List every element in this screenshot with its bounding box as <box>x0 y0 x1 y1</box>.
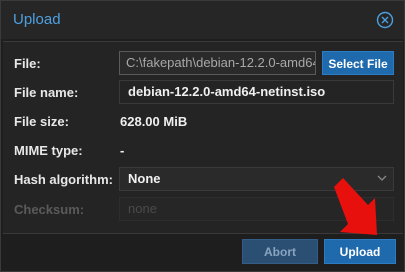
close-icon[interactable] <box>376 11 394 29</box>
file-path-field[interactable]: C:\fakepath\debian-12.2.0-amd64-netinst.… <box>119 51 316 75</box>
abort-button[interactable]: Abort <box>242 239 318 264</box>
hash-algorithm-value: None <box>128 171 161 186</box>
file-size-value: 628.00 MiB <box>120 114 188 129</box>
dialog-title: Upload <box>13 11 61 28</box>
file-name-input[interactable]: debian-12.2.0-amd64-netinst.iso <box>119 80 394 104</box>
mime-type-value: - <box>120 143 125 158</box>
file-label: File: <box>14 56 41 71</box>
checksum-label: Checksum: <box>14 202 85 217</box>
red-arrow-icon <box>334 178 377 235</box>
file-name-label: File name: <box>14 85 79 100</box>
dialog-titlebar: Upload <box>1 1 404 39</box>
upload-dialog: Upload File: C:\fakepath\debian-12.2.0-a… <box>0 0 405 272</box>
select-file-button[interactable]: Select File <box>322 51 394 75</box>
hash-algorithm-label: Hash algorithm: <box>14 172 113 187</box>
mime-type-label: MIME type: <box>14 143 83 158</box>
file-size-label: File size: <box>14 114 69 129</box>
